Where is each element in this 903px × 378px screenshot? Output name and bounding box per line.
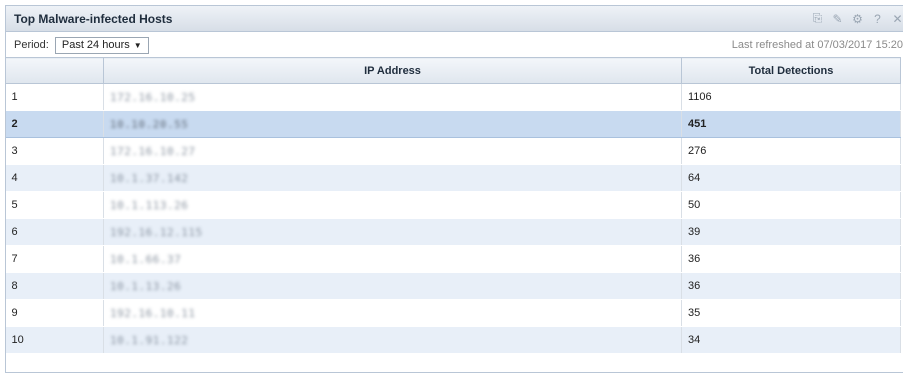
widget-toolbar: Period: Past 24 hours ▼ Last refreshed a… xyxy=(6,32,903,58)
ip-address-cell[interactable]: 192.16.10.11 xyxy=(103,299,682,327)
ip-address-value: 10.1.113.26 xyxy=(110,198,189,212)
period-value: Past 24 hours xyxy=(61,38,130,51)
column-header-total-detections[interactable]: Total Detections xyxy=(681,57,901,84)
ip-address-cell[interactable]: 172.16.10.25 xyxy=(103,83,682,111)
table-row[interactable]: 5 10.1.113.26 50 xyxy=(5,191,901,219)
rank-cell: 10 xyxy=(5,326,104,354)
total-detections-cell: 50 xyxy=(681,191,901,219)
edit-icon[interactable]: ✎ xyxy=(832,12,843,26)
settings-icon[interactable]: ⚙ xyxy=(852,12,863,26)
table-row[interactable]: 6 192.16.12.115 39 xyxy=(5,218,901,246)
ip-address-value: 10.10.20.55 xyxy=(110,117,189,131)
ip-address-cell[interactable]: 192.16.12.115 xyxy=(103,218,682,246)
table-header-row: IP Address Total Detections xyxy=(5,57,901,84)
ip-address-cell[interactable]: 10.1.37.142 xyxy=(103,164,682,192)
ip-address-cell[interactable]: 172.16.10.27 xyxy=(103,137,682,165)
total-detections-cell: 276 xyxy=(681,137,901,165)
ip-address-cell[interactable]: 10.1.66.37 xyxy=(103,245,682,273)
total-detections-cell: 39 xyxy=(681,218,901,246)
table-row[interactable]: 10 10.1.91.122 34 xyxy=(5,326,901,354)
rank-cell: 9 xyxy=(5,299,104,327)
rank-cell: 7 xyxy=(5,245,104,273)
rank-cell: 4 xyxy=(5,164,104,192)
widget-title: Top Malware-infected Hosts xyxy=(14,11,173,26)
total-detections-cell: 36 xyxy=(681,245,901,273)
widget-titlebar: Top Malware-infected Hosts ⎘ ✎ ⚙ ? ✕ xyxy=(6,6,903,32)
table-row[interactable]: 7 10.1.66.37 36 xyxy=(5,245,901,273)
last-refreshed-text: Last refreshed at 07/03/2017 15:20 xyxy=(731,39,903,51)
export-icon[interactable]: ⎘ xyxy=(812,11,823,26)
ip-address-value: 10.1.37.142 xyxy=(110,171,189,185)
total-detections-cell: 36 xyxy=(681,272,901,300)
column-header-ip-address[interactable]: IP Address xyxy=(103,57,682,84)
rank-cell: 6 xyxy=(5,218,104,246)
column-header-rank[interactable] xyxy=(5,57,104,84)
period-label: Period: xyxy=(14,39,49,51)
table-row[interactable]: 1 172.16.10.25 1106 xyxy=(5,83,901,111)
ip-address-cell[interactable]: 10.1.13.26 xyxy=(103,272,682,300)
total-detections-cell: 1106 xyxy=(681,83,901,111)
ip-address-cell[interactable]: 10.1.91.122 xyxy=(103,326,682,354)
total-detections-cell: 64 xyxy=(681,164,901,192)
table-row[interactable]: 9 192.16.10.11 35 xyxy=(5,299,901,327)
period-dropdown[interactable]: Past 24 hours ▼ xyxy=(54,36,149,54)
rank-cell: 5 xyxy=(5,191,104,219)
close-icon[interactable]: ✕ xyxy=(892,12,903,26)
ip-address-value: 10.1.13.26 xyxy=(110,279,182,293)
rank-cell: 8 xyxy=(5,272,104,300)
help-icon[interactable]: ? xyxy=(872,12,883,26)
total-detections-cell: 35 xyxy=(681,299,901,327)
widget-tools: ⎘ ✎ ⚙ ? ✕ xyxy=(812,6,903,31)
dropdown-arrow-icon: ▼ xyxy=(133,40,142,50)
total-detections-cell: 451 xyxy=(681,110,901,138)
rank-cell: 2 xyxy=(5,110,104,138)
ip-address-value: 10.1.66.37 xyxy=(110,252,182,266)
rank-cell: 1 xyxy=(5,83,104,111)
table-row[interactable]: 3 172.16.10.27 276 xyxy=(5,137,901,165)
rank-cell: 3 xyxy=(5,137,104,165)
ip-address-value: 192.16.12.115 xyxy=(110,225,203,239)
table-row[interactable]: 2 10.10.20.55 451 xyxy=(5,110,901,138)
table-row[interactable]: 8 10.1.13.26 36 xyxy=(5,272,901,300)
table-row[interactable]: 4 10.1.37.142 64 xyxy=(5,164,901,192)
total-detections-cell: 34 xyxy=(681,326,901,354)
ip-address-value: 172.16.10.27 xyxy=(110,144,196,158)
ip-address-cell[interactable]: 10.1.113.26 xyxy=(103,191,682,219)
ip-address-cell[interactable]: 10.10.20.55 xyxy=(103,110,682,138)
ip-address-value: 192.16.10.11 xyxy=(110,306,196,320)
ip-address-value: 172.16.10.25 xyxy=(110,90,196,104)
hosts-table: IP Address Total Detections 1 172.16.10.2… xyxy=(5,57,901,354)
ip-address-value: 10.1.91.122 xyxy=(110,333,189,347)
